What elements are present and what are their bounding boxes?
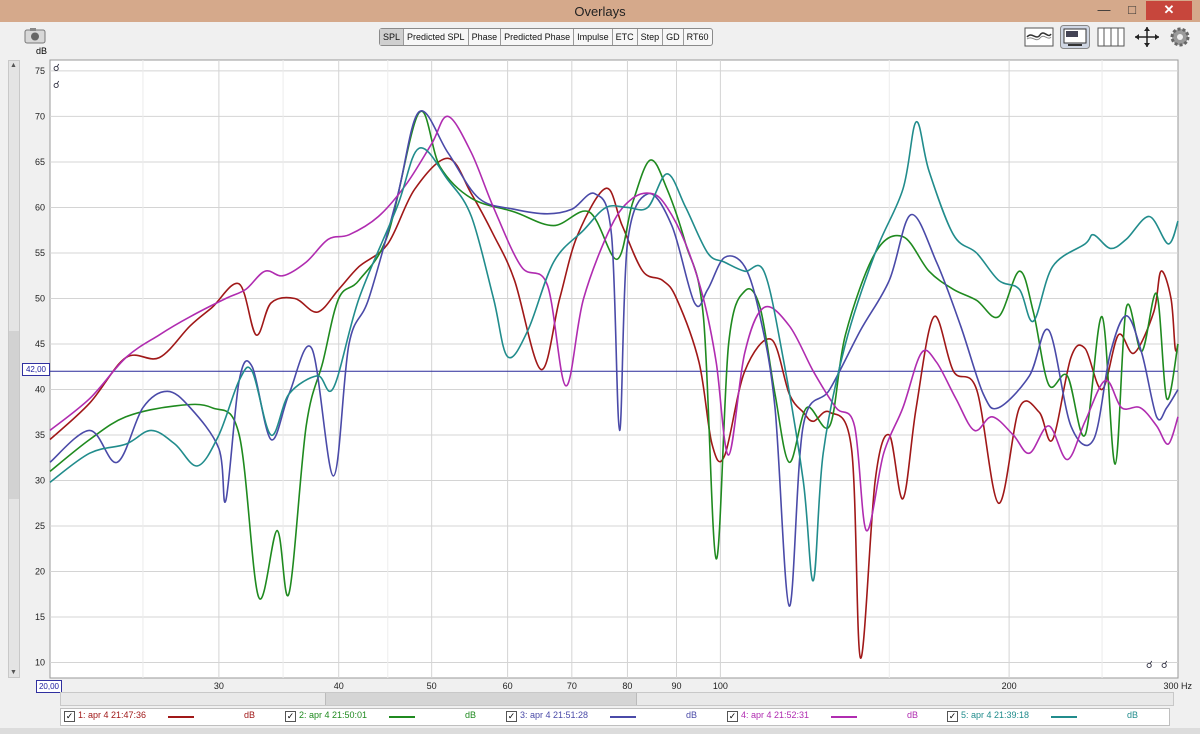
x-tick-label: 60 <box>503 681 513 691</box>
x-tick-label: 50 <box>427 681 437 691</box>
y-tick-label: 10 <box>35 658 45 668</box>
x-tick-label: 90 <box>671 681 681 691</box>
legend-swatch-1 <box>168 716 194 718</box>
legend-unit-5: dB <box>1127 710 1139 720</box>
legend-swatch-3 <box>610 716 636 718</box>
legend-unit-3: dB <box>686 710 698 720</box>
legend-unit-4: dB <box>907 710 919 720</box>
y-tick-label: 50 <box>35 293 45 303</box>
y-tick-label: 20 <box>35 567 45 577</box>
x-tick-label: 40 <box>334 681 344 691</box>
legend-swatch-5 <box>1051 716 1077 718</box>
legend-swatch-2 <box>389 716 415 718</box>
legend-unit-1: dB <box>244 710 256 720</box>
legend-checkbox-3[interactable]: ✓ <box>506 711 517 722</box>
x-tick-label: 30 <box>214 681 224 691</box>
x-axis-ticks: 30 40 50 60 70 80 90 100 200 300 Hz <box>214 681 1193 691</box>
legend-label-1: 1: apr 4 21:47:36 <box>78 710 147 720</box>
x-tick-label: 80 <box>622 681 632 691</box>
legend-label-3: 3: apr 4 21:51:28 <box>520 710 589 720</box>
y-tick-label: 60 <box>35 202 45 212</box>
legend-unit-2: dB <box>465 710 477 720</box>
y-tick-label: 35 <box>35 430 45 440</box>
legend-swatch-4 <box>831 716 857 718</box>
y-tick-label: 15 <box>35 612 45 622</box>
legend-label-4: 4: apr 4 21:52:31 <box>741 710 810 720</box>
y-tick-label: 55 <box>35 248 45 258</box>
y-tick-label: 30 <box>35 475 45 485</box>
legend-checkbox-2[interactable]: ✓ <box>285 711 296 722</box>
legend-checkbox-5[interactable]: ✓ <box>947 711 958 722</box>
status-strip <box>0 728 1200 734</box>
horizontal-scroll-thumb[interactable] <box>325 693 637 705</box>
y-tick-label: 70 <box>35 111 45 121</box>
y-tick-label: 75 <box>35 66 45 76</box>
legend: ✓ 1: apr 4 21:47:36 dB ✓ 2: apr 4 21:50:… <box>60 708 1170 726</box>
zoom-in-y-icon[interactable]: ☌ <box>53 63 60 74</box>
zoom-in-x-icon[interactable]: ☌ <box>1146 660 1153 671</box>
x-tick-label: 100 <box>713 681 728 691</box>
y-tick-label: 40 <box>35 384 45 394</box>
cursor-value-readout[interactable]: 42,00 <box>22 363 50 376</box>
x-tick-label: 70 <box>567 681 577 691</box>
legend-checkbox-4[interactable]: ✓ <box>727 711 738 722</box>
y-tick-label: 45 <box>35 339 45 349</box>
legend-item-1: ✓ 1: apr 4 21:47:36 dB <box>64 710 279 723</box>
legend-item-3: ✓ 3: apr 4 21:51:28 dB <box>506 710 721 723</box>
spl-chart[interactable]: 75 70 65 60 55 50 45 40 35 30 25 20 15 10 30 40 50 60 70 8… <box>0 0 1200 734</box>
horizontal-scrollbar[interactable] <box>60 692 1174 706</box>
x-tick-label: 300 Hz <box>1163 681 1192 691</box>
legend-item-5: ✓ 5: apr 4 21:39:18 dB <box>947 710 1162 723</box>
x-tick-label: 200 <box>1002 681 1017 691</box>
y-tick-label: 65 <box>35 157 45 167</box>
zoom-out-y-icon[interactable]: ☌ <box>53 80 60 91</box>
legend-checkbox-1[interactable]: ✓ <box>64 711 75 722</box>
y-tick-label: 25 <box>35 521 45 531</box>
zoom-out-x-icon[interactable]: ☌ <box>1161 660 1168 671</box>
legend-item-4: ✓ 4: apr 4 21:52:31 dB <box>727 710 942 723</box>
legend-label-2: 2: apr 4 21:50:01 <box>299 710 368 720</box>
legend-label-5: 5: apr 4 21:39:18 <box>961 710 1030 720</box>
legend-item-2: ✓ 2: apr 4 21:50:01 dB <box>285 710 500 723</box>
start-frequency-readout[interactable]: 20,00 <box>36 680 62 693</box>
